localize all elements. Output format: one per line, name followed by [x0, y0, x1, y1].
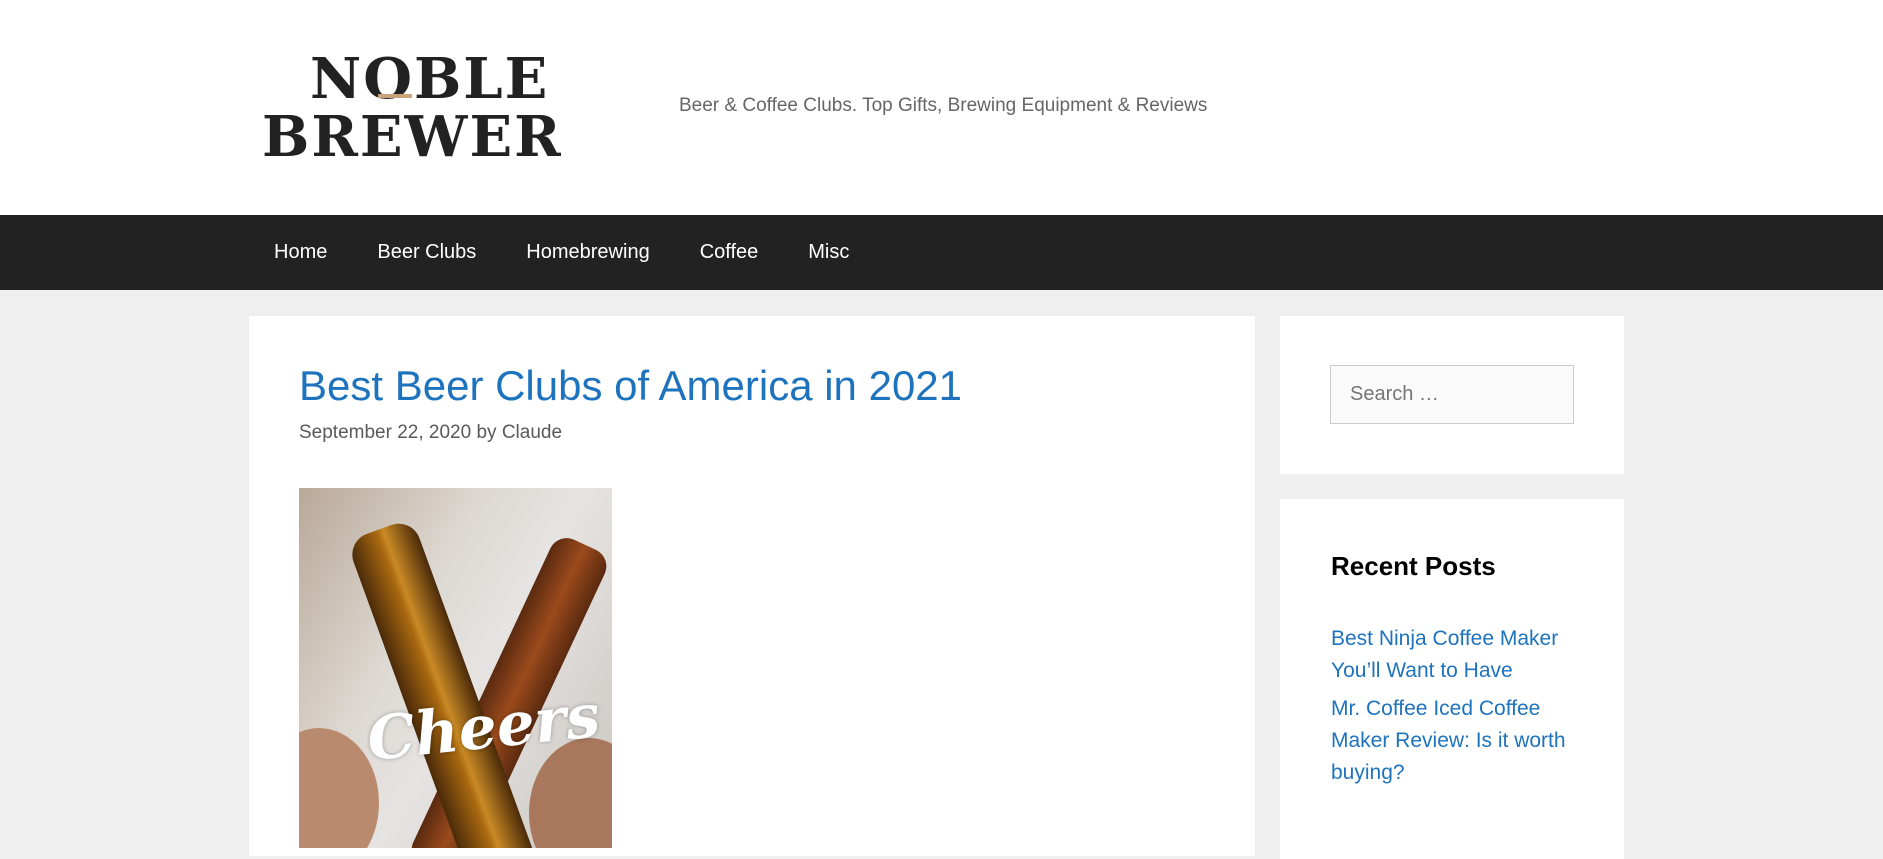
recent-posts-list: Best Ninja Coffee Maker You’ll Want to H…: [1331, 623, 1581, 795]
nav-item-beer-clubs[interactable]: Beer Clubs: [352, 215, 501, 290]
logo-line-2: BREWER: [262, 104, 563, 170]
featured-image[interactable]: Cheers: [299, 488, 612, 848]
site-tagline: Beer & Coffee Clubs. Top Gifts, Brewing …: [679, 95, 1208, 116]
main-navigation: Home Beer Clubs Homebrewing Coffee Misc: [0, 215, 1883, 290]
list-item: Best Ninja Coffee Maker You’ll Want to H…: [1331, 623, 1581, 687]
nav-item-coffee[interactable]: Coffee: [675, 215, 784, 290]
nav-item-home[interactable]: Home: [249, 215, 352, 290]
nav-item-homebrewing[interactable]: Homebrewing: [501, 215, 674, 290]
recent-posts-widget: Recent Posts Best Ninja Coffee Maker You…: [1280, 499, 1624, 859]
recent-posts-title: Recent Posts: [1331, 551, 1496, 581]
site-logo[interactable]: NOBLE BREWER: [262, 46, 632, 170]
post-meta: September 22, 2020 by Claude: [299, 422, 562, 444]
nav-menu: Home Beer Clubs Homebrewing Coffee Misc: [249, 215, 874, 290]
search-input[interactable]: [1330, 365, 1574, 424]
site-header: NOBLE BREWER Beer & Coffee Clubs. Top Gi…: [0, 0, 1883, 215]
post-by: by: [476, 422, 497, 443]
logo-accent-bar: [378, 94, 412, 98]
post-title[interactable]: Best Beer Clubs of America in 2021: [299, 362, 962, 410]
post-date[interactable]: September 22, 2020: [299, 422, 471, 443]
logo-line-1: NOBLE: [310, 46, 550, 112]
recent-post-link[interactable]: Mr. Coffee Iced Coffee Maker Review: Is …: [1331, 697, 1566, 784]
search-widget: [1280, 316, 1624, 474]
post-content: Best Beer Clubs of America in 2021 Septe…: [249, 316, 1255, 856]
list-item: Mr. Coffee Iced Coffee Maker Review: Is …: [1331, 693, 1581, 789]
hand-left: [299, 728, 379, 848]
recent-post-link[interactable]: Best Ninja Coffee Maker You’ll Want to H…: [1331, 627, 1558, 682]
nav-item-misc[interactable]: Misc: [783, 215, 874, 290]
post-author[interactable]: Claude: [502, 422, 562, 443]
